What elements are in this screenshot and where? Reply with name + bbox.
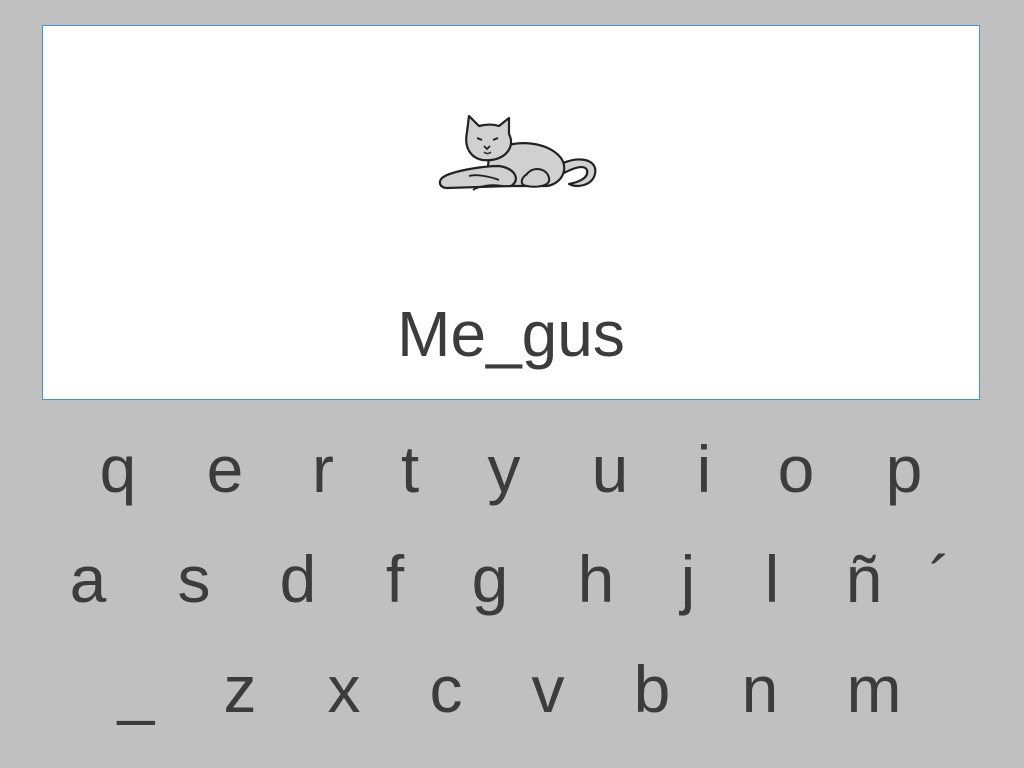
exercise-card: Me_gus [42, 25, 980, 400]
key-t[interactable]: t [370, 436, 450, 502]
key-l[interactable]: l [732, 546, 812, 612]
key-x[interactable]: x [304, 656, 384, 722]
key-g[interactable]: g [450, 546, 530, 612]
key-z[interactable]: z [200, 656, 280, 722]
key-q[interactable]: q [78, 436, 158, 502]
key-o[interactable]: o [756, 436, 836, 502]
key-r[interactable]: r [283, 436, 363, 502]
key-c[interactable]: c [406, 656, 486, 722]
key-n[interactable]: n [720, 656, 800, 722]
key-i[interactable]: i [664, 436, 744, 502]
key-h[interactable]: h [556, 546, 636, 612]
key-p[interactable]: p [864, 436, 944, 502]
key-s[interactable]: s [154, 546, 234, 612]
key-v[interactable]: v [508, 656, 588, 722]
cat-icon [438, 114, 597, 191]
key-m[interactable]: m [834, 656, 914, 722]
key-underscore[interactable]: _ [96, 656, 176, 722]
key-b[interactable]: b [612, 656, 692, 722]
key-e[interactable]: e [185, 436, 265, 502]
key-f[interactable]: f [355, 546, 435, 612]
key-a[interactable]: a [48, 546, 128, 612]
key-u[interactable]: u [570, 436, 650, 502]
key-y[interactable]: y [464, 436, 544, 502]
key-acute-accent[interactable]: ´ [900, 546, 980, 612]
key-j[interactable]: j [648, 546, 728, 612]
word-with-blank: Me_gus [397, 298, 625, 370]
key-n-tilde[interactable]: ñ [824, 546, 904, 612]
key-d[interactable]: d [258, 546, 338, 612]
